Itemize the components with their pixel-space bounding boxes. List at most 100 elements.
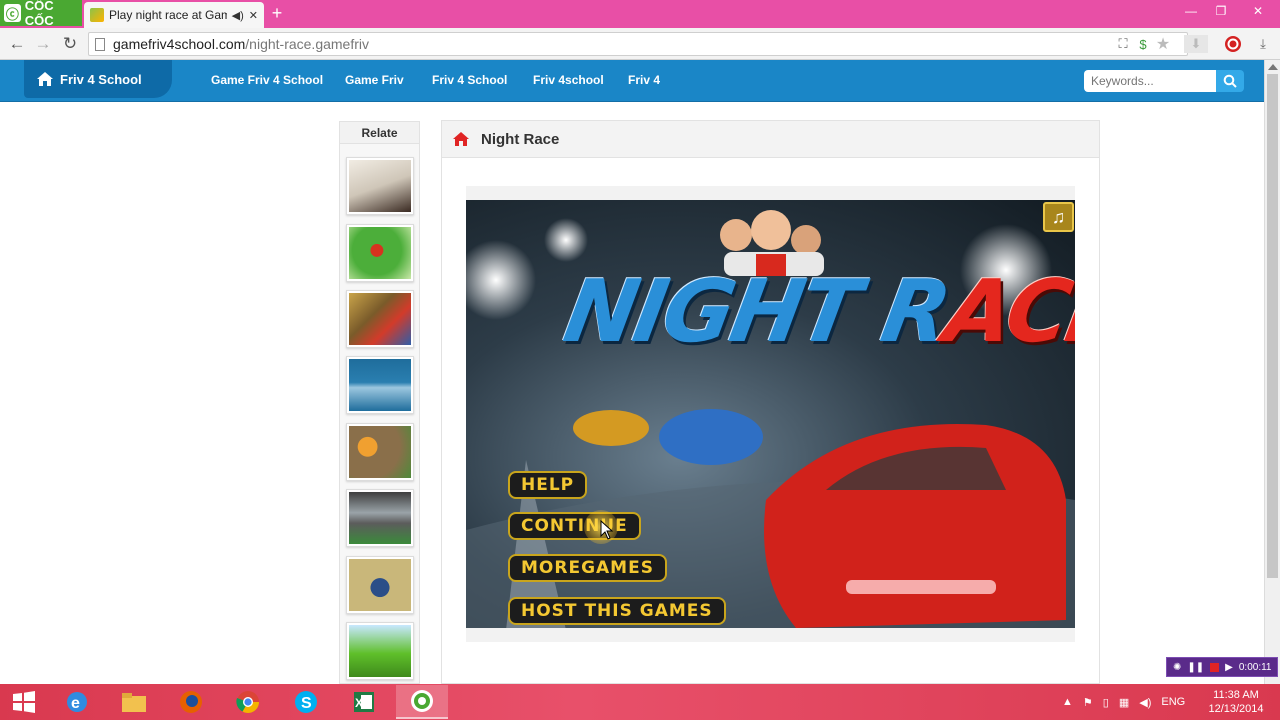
taskbar-coccoc-browser[interactable] — [396, 685, 448, 719]
minimize-button[interactable]: — — [1176, 0, 1206, 22]
coccoc-logo-icon: ⓒ — [4, 4, 21, 22]
volume-icon[interactable]: ◀) — [1139, 696, 1151, 709]
audio-speaker-icon[interactable]: ◀) — [232, 9, 244, 22]
download-media-icon[interactable]: ⬇ — [1184, 35, 1208, 53]
game-title-red: ACE — [937, 262, 1075, 362]
mario-game-thumbnail — [349, 293, 411, 345]
browser-tab-active[interactable]: Play night race at Game ◀) ✕ — [84, 2, 264, 28]
url-path: /night-race.gamefriv — [245, 36, 369, 52]
site-logo[interactable]: Friv 4 School — [24, 60, 172, 98]
host-this-games-button[interactable]: HOST THIS GAMES — [508, 597, 726, 625]
recorder-time: 0:00:11 — [1238, 661, 1272, 673]
music-toggle-button[interactable]: ♫ — [1043, 202, 1074, 232]
windows-taskbar: e S X ▲ ⚑ ▯ ▦ ◀) ENG 11:38 AM 12/13/2014 — [0, 684, 1280, 720]
translate-icon[interactable]: ⛶ — [1114, 35, 1132, 53]
scroll-up-icon[interactable] — [1268, 64, 1278, 70]
clock-time: 11:38 AM — [1213, 689, 1259, 701]
help-button[interactable]: HELP — [508, 471, 588, 499]
recorder-pause-icon[interactable]: ❚❚ — [1187, 662, 1204, 673]
action-center-flag-icon[interactable]: ⚑ — [1083, 696, 1093, 709]
money-icon[interactable]: $ — [1134, 35, 1152, 53]
bookmark-star-icon[interactable]: ★ — [1154, 35, 1172, 53]
page-scrollbar[interactable] — [1264, 60, 1280, 684]
search-button[interactable] — [1216, 70, 1244, 92]
related-game-3[interactable] — [346, 290, 414, 348]
taskbar-excel[interactable]: X — [338, 685, 390, 719]
taskbar-skype[interactable]: S — [280, 685, 332, 719]
adblock-icon[interactable] — [1224, 35, 1242, 53]
related-game-8[interactable] — [346, 622, 414, 680]
related-game-6[interactable] — [346, 489, 414, 547]
taskbar-chrome[interactable] — [222, 685, 274, 719]
search-icon — [1223, 74, 1237, 88]
recorder-play-icon[interactable]: ▶ — [1225, 662, 1233, 673]
action-game-thumbnail — [349, 160, 411, 212]
game-panel-header: Night Race — [442, 121, 1099, 158]
search-input[interactable] — [1084, 70, 1216, 92]
related-game-7[interactable] — [346, 556, 414, 614]
car-game-thumbnail — [349, 492, 411, 544]
new-tab-button[interactable]: + — [268, 4, 286, 22]
mouse-pointer-icon — [600, 520, 614, 540]
game-favicon-icon — [90, 8, 104, 22]
game-title-logo: NIGHT RACE — [557, 262, 1075, 362]
excel-icon: X — [354, 692, 374, 712]
more-games-button[interactable]: MOREGAMES — [508, 554, 667, 582]
recorder-stop-icon[interactable] — [1210, 662, 1220, 672]
browser-toolbar: ← → ↻ gamefriv4school.com/night-race.gam… — [0, 28, 1280, 60]
yoshi-game-thumbnail — [349, 227, 411, 279]
page-title: Night Race — [481, 130, 560, 148]
address-bar[interactable]: gamefriv4school.com/night-race.gamefriv — [88, 32, 1188, 56]
reload-icon[interactable]: ↻ — [59, 33, 81, 55]
back-arrow-icon[interactable]: ← — [6, 33, 28, 55]
svg-text:S: S — [301, 695, 312, 712]
home-house-icon[interactable] — [452, 131, 470, 147]
home-house-icon — [37, 72, 53, 86]
system-tray: ▲ ⚑ ▯ ▦ ◀) ENG — [1062, 684, 1185, 720]
nav-link-game-friv-4-school[interactable]: Game Friv 4 School — [211, 73, 323, 87]
nav-link-friv-4[interactable]: Friv 4 — [628, 73, 660, 87]
tray-expand-icon[interactable]: ▲ — [1062, 696, 1073, 708]
nav-link-friv-4school[interactable]: Friv 4school — [533, 73, 604, 87]
related-game-4[interactable] — [346, 356, 414, 414]
tank-game-thumbnail — [349, 559, 411, 611]
start-button[interactable] — [0, 685, 48, 719]
forward-arrow-icon[interactable]: → — [32, 33, 54, 55]
site-logo-text: Friv 4 School — [60, 71, 142, 87]
language-indicator[interactable]: ENG — [1161, 696, 1185, 708]
taskbar-firefox[interactable] — [165, 685, 217, 719]
chrome-icon — [236, 691, 259, 713]
tab-title: Play night race at Game — [109, 8, 227, 22]
browser-tab-strip: ⓒ CỐC CỐC Play night race at Game ◀) ✕ +… — [0, 0, 1280, 28]
network-icon[interactable]: ▦ — [1119, 696, 1129, 709]
scrollbar-thumb[interactable] — [1267, 74, 1278, 578]
restore-button[interactable]: ❐ — [1206, 0, 1236, 22]
taskbar-internet-explorer[interactable]: e — [51, 685, 103, 719]
power-icon[interactable]: ▯ — [1103, 696, 1109, 709]
related-game-5[interactable] — [346, 423, 414, 481]
continue-button[interactable]: CONTINUE — [508, 512, 641, 540]
windows-logo-icon — [13, 691, 35, 713]
window-close-button[interactable]: ✕ — [1236, 0, 1280, 22]
relate-heading: Relate — [340, 122, 419, 144]
taskbar-file-explorer[interactable] — [108, 685, 160, 719]
related-game-1[interactable] — [346, 157, 414, 215]
related-game-2[interactable] — [346, 224, 414, 282]
svg-text:e: e — [71, 695, 80, 712]
internet-explorer-icon: e — [67, 692, 87, 712]
downloads-icon[interactable]: ⤓ — [1254, 35, 1272, 53]
coccoc-browser-icon — [411, 690, 433, 712]
site-header: Friv 4 School Game Friv 4 School Game Fr… — [0, 60, 1264, 102]
music-note-icon: ♫ — [1051, 206, 1066, 227]
tab-close-icon[interactable]: ✕ — [249, 9, 258, 22]
nav-link-game-friv[interactable]: Game Friv — [345, 73, 404, 87]
svg-text:X: X — [355, 696, 363, 710]
browser-brand-button[interactable]: ⓒ CỐC CỐC — [0, 0, 82, 28]
firefox-icon — [180, 691, 202, 713]
nav-link-friv-4-school[interactable]: Friv 4 School — [432, 73, 507, 87]
game-canvas[interactable]: NIGHT RACE ♫ HELP CONTINUE MOREGAMES HOS… — [466, 200, 1075, 628]
taskbar-clock[interactable]: 11:38 AM 12/13/2014 — [1200, 688, 1272, 716]
recorder-spinner-icon: ✺ — [1173, 661, 1182, 673]
mario-platform-thumbnail — [349, 625, 411, 677]
browser-brand-label: CỐC CỐC — [24, 0, 54, 28]
